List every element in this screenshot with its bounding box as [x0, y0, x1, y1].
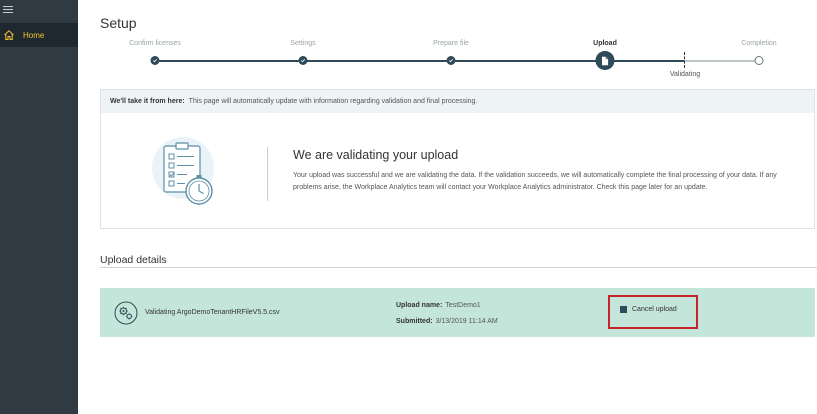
- stepper-track-remaining: [684, 60, 759, 62]
- check-icon: [301, 59, 305, 63]
- upload-status-text: Validating ArgoDemoTenantHRFileV5.5.csv: [145, 309, 280, 316]
- divider: [267, 147, 268, 201]
- sidebar-item-label: Home: [23, 30, 45, 40]
- stop-icon: [620, 306, 627, 313]
- validation-title: We are validating your upload: [293, 148, 459, 162]
- hamburger-icon[interactable]: [3, 6, 13, 14]
- validation-info-panel: We'll take it from here: This page will …: [100, 89, 815, 229]
- step-dot-pending: [754, 56, 764, 65]
- checklist-stopwatch-icon: [152, 137, 214, 205]
- step-dot-complete: [298, 56, 308, 65]
- sidebar: Home: [0, 0, 78, 414]
- upload-name-value: TestDemo1: [445, 302, 481, 309]
- substep-marker: [684, 52, 685, 68]
- step-label-settings: Settings: [290, 40, 316, 47]
- main-content: Setup Confirm licenses Settings Prepare …: [78, 0, 817, 414]
- upload-status-card: Validating ArgoDemoTenantHRFileV5.5.csv …: [100, 288, 815, 337]
- step-label-confirm-licenses: Confirm licenses: [129, 40, 181, 47]
- info-header-text: This page will automatically update with…: [188, 98, 478, 105]
- submitted-time: Submitted: 3/13/2019 11:14 AM: [396, 318, 498, 325]
- gears-icon: [114, 301, 138, 325]
- submitted-value: 3/13/2019 11:14 AM: [435, 318, 498, 325]
- home-icon: [4, 30, 14, 40]
- validation-description: Your upload was successful and we are va…: [293, 172, 777, 191]
- step-label-completion: Completion: [741, 40, 777, 47]
- info-header: We'll take it from here: This page will …: [101, 90, 814, 113]
- section-divider: [100, 267, 817, 268]
- info-header-bold: We'll take it from here:: [110, 98, 185, 105]
- check-icon: [153, 59, 157, 63]
- cancel-upload-label: Cancel upload: [632, 306, 677, 313]
- check-icon: [449, 59, 453, 63]
- step-label-prepare-file: Prepare file: [433, 40, 469, 47]
- progress-stepper: Confirm licenses Settings Prepare file U…: [78, 0, 817, 90]
- step-label-upload: Upload: [593, 40, 617, 47]
- upload-name-label: Upload name:: [396, 302, 443, 309]
- step-dot-complete: [446, 56, 456, 65]
- document-icon: [602, 56, 609, 65]
- submitted-label: Submitted:: [396, 318, 433, 325]
- step-dot-active: [595, 51, 615, 70]
- substep-label: Validating: [669, 71, 701, 78]
- upload-details-title: Upload details: [100, 254, 167, 266]
- cancel-upload-button[interactable]: Cancel upload: [620, 306, 677, 313]
- step-dot-complete: [150, 56, 160, 65]
- sidebar-item-home[interactable]: Home: [0, 23, 78, 47]
- upload-name: Upload name: TestDemo1: [396, 302, 481, 309]
